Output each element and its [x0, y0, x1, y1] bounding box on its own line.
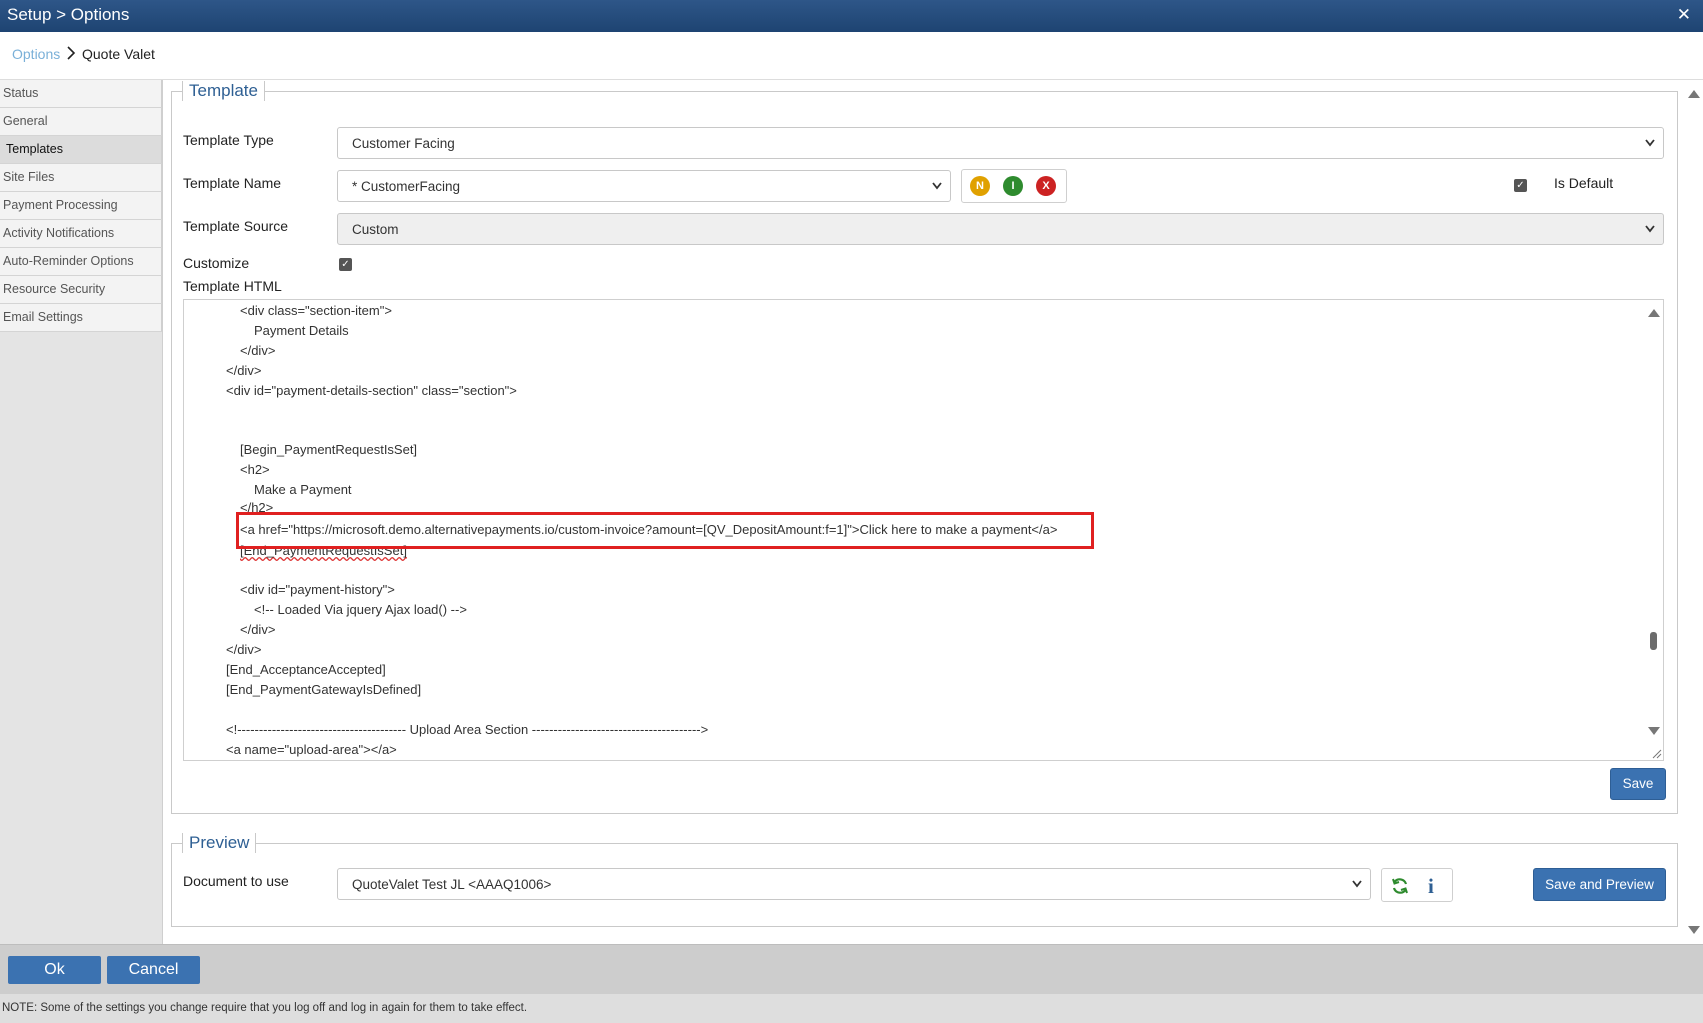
breadcrumb-current: Quote Valet: [82, 46, 155, 62]
ok-button[interactable]: Ok: [8, 956, 101, 984]
chevron-right-icon: [67, 46, 76, 60]
window-title: Setup > Options: [7, 5, 130, 24]
template-type-label: Template Type: [183, 132, 274, 148]
chevron-down-icon: [932, 182, 942, 190]
is-default-label: Is Default: [1554, 175, 1614, 191]
footer-note: NOTE: Some of the settings you change re…: [0, 994, 1703, 1023]
code-line: <h2>: [240, 462, 270, 477]
scroll-down-icon[interactable]: [1648, 727, 1660, 735]
chevron-down-icon: [1645, 139, 1655, 147]
info-template-icon[interactable]: I: [1003, 176, 1023, 196]
scroll-down-icon[interactable]: [1688, 926, 1700, 934]
customize-label: Customize: [183, 255, 250, 271]
chevron-down-icon: [1352, 880, 1362, 888]
refresh-icon[interactable]: [1390, 876, 1410, 896]
code-line: <div id="payment-details-section" class=…: [226, 383, 517, 398]
template-name-value: * CustomerFacing: [352, 179, 461, 194]
window-titlebar: Setup > Options ✕: [0, 0, 1703, 32]
sidebar-item-payment-processing[interactable]: Payment Processing: [0, 192, 162, 220]
document-to-use-label: Document to use: [183, 873, 289, 889]
template-name-select[interactable]: * CustomerFacing: [337, 170, 951, 202]
template-legend: Template: [182, 81, 265, 101]
new-template-icon[interactable]: N: [970, 176, 990, 196]
document-actions: i: [1381, 868, 1453, 902]
sidebar-item-status[interactable]: Status: [0, 80, 162, 108]
is-default-checkbox[interactable]: ✓: [1514, 179, 1527, 192]
footer-bar: Ok Cancel: [0, 944, 1703, 994]
template-html-editor[interactable]: <div class="section-item"> Payment Detai…: [183, 299, 1664, 761]
code-line: </div>: [226, 363, 262, 378]
highlight-box: [236, 512, 1094, 549]
sidebar-item-email-settings[interactable]: Email Settings: [0, 304, 162, 332]
close-icon[interactable]: ✕: [1677, 5, 1691, 25]
sidebar-item-general[interactable]: General: [0, 108, 162, 136]
template-source-select[interactable]: Custom: [337, 213, 1664, 245]
delete-template-icon[interactable]: X: [1036, 176, 1056, 196]
resize-grip-icon[interactable]: [1650, 747, 1662, 759]
code-line: </div>: [226, 642, 262, 657]
chevron-down-icon: [1645, 225, 1655, 233]
document-to-use-value: QuoteValet Test JL <AAAQ1006>: [352, 877, 552, 892]
code-line: [End_AcceptanceAccepted]: [226, 662, 386, 677]
scroll-up-icon[interactable]: [1688, 90, 1700, 98]
code-line: [Begin_PaymentRequestIsSet]: [240, 442, 418, 457]
sidebar-item-resource-security[interactable]: Resource Security: [0, 276, 162, 304]
template-type-select[interactable]: Customer Facing: [337, 127, 1664, 159]
template-name-actions: N I X: [961, 169, 1067, 203]
sidebar-item-activity-notifications[interactable]: Activity Notifications: [0, 220, 162, 248]
code-line: <!--------------------------------------…: [226, 722, 709, 737]
preview-legend: Preview: [182, 833, 257, 853]
template-save-button[interactable]: Save: [1610, 768, 1666, 800]
editor-scrollbar[interactable]: [1645, 300, 1663, 760]
sidebar-item-templates[interactable]: Templates: [0, 136, 162, 164]
template-source-value: Custom: [352, 222, 399, 237]
info-icon[interactable]: i: [1428, 874, 1434, 899]
code-line: <a name="upload-area"></a>: [226, 742, 397, 757]
page-scrollbar[interactable]: [1685, 80, 1703, 944]
code-line: Make a Payment: [254, 482, 352, 497]
code-line: [End_PaymentGatewayIsDefined]: [226, 682, 422, 697]
sidebar-item-auto-reminder-options[interactable]: Auto-Reminder Options: [0, 248, 162, 276]
code-line: Payment Details: [254, 323, 349, 338]
breadcrumb: Options Quote Valet: [0, 32, 1703, 80]
template-name-label: Template Name: [183, 175, 282, 191]
editor-scroll-thumb[interactable]: [1650, 632, 1657, 650]
sidebar-item-site-files[interactable]: Site Files: [0, 164, 162, 192]
code-line: <div class="section-item">: [240, 303, 392, 318]
template-html-label: Template HTML: [183, 278, 282, 294]
code-line: </div>: [240, 343, 276, 358]
code-line: </div>: [240, 622, 276, 637]
scroll-up-icon[interactable]: [1648, 309, 1660, 317]
sidebar: Status General Templates Site Files Paym…: [0, 80, 163, 944]
customize-checkbox[interactable]: ✓: [339, 258, 352, 271]
template-source-label: Template Source: [183, 218, 289, 234]
code-line: <div id="payment-history">: [240, 582, 395, 597]
code-line: <!-- Loaded Via jquery Ajax load() -->: [254, 602, 467, 617]
save-and-preview-button[interactable]: Save and Preview: [1533, 868, 1666, 901]
breadcrumb-options-link[interactable]: Options: [12, 46, 60, 62]
template-type-value: Customer Facing: [352, 136, 455, 151]
document-to-use-select[interactable]: QuoteValet Test JL <AAAQ1006>: [337, 868, 1371, 900]
cancel-button[interactable]: Cancel: [107, 956, 200, 984]
